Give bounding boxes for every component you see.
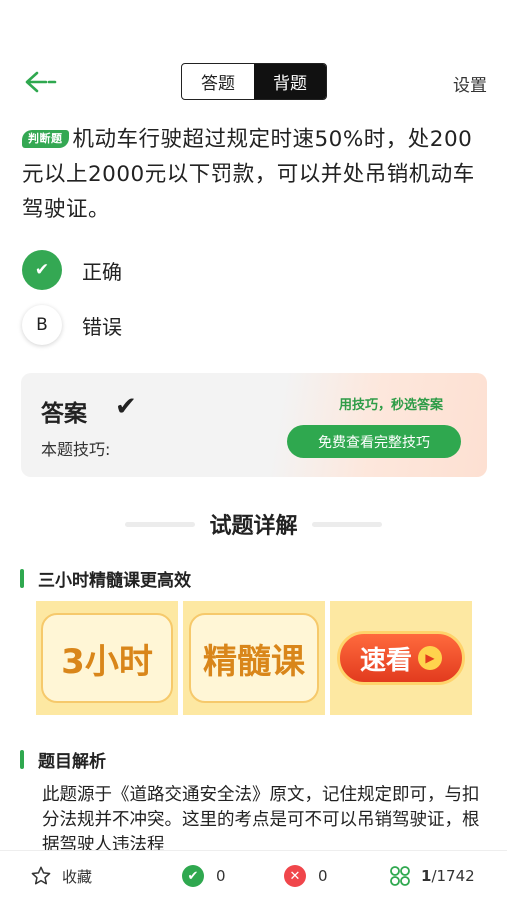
section-header: 试题详解 [0,507,507,541]
view-tips-button[interactable]: 免费查看完整技巧 [287,425,461,458]
check-icon: ✔ [22,250,62,290]
section-title: 试题详解 [209,514,298,539]
heading-accent-bar [20,569,24,588]
option-label: 错误 [82,314,122,339]
question-text: 判断题 机动车行驶超过规定时速50%时，处200元以上2000元以下罚款，可以并处… [22,122,484,227]
quick-watch-button[interactable]: 速看 ▶ [337,631,465,685]
wrong-icon: ✕ [284,865,306,887]
analysis-heading-text: 题目解析 [38,752,106,772]
question-body: 机动车行驶超过规定时速50%时，处200元以上2000元以下罚款，可以并处吊销机… [22,127,475,222]
divider [125,521,196,527]
question-progress[interactable]: 1/1742 [389,865,475,887]
banner-tile: 精髓课 [183,601,325,715]
tip-hint: 用技巧，秒选答案 [338,398,443,413]
progress-total: /1742 [431,867,475,885]
settings-button[interactable]: 设置 [453,71,487,96]
answer-title: 答案 [41,401,87,427]
divider [311,521,382,527]
favorite-button[interactable]: 收藏 [30,865,92,887]
top-bar: 答题 背题 设置 [0,62,507,102]
analysis-heading: 题目解析 [20,747,106,772]
answer-card: 答案 ✔ 本题技巧: 用技巧，秒选答案 免费查看完整技巧 [21,373,487,477]
tab-answer-mode[interactable]: 答题 [182,64,254,99]
wrong-count-value: 0 [318,867,328,885]
option-marker: B [22,305,62,345]
banner-tile: 3小时 [36,601,178,715]
option-correct[interactable]: ✔ 正确 [22,250,122,290]
tab-review-mode[interactable]: 背题 [254,64,326,99]
heading-accent-bar [20,750,24,769]
bottom-bar: 收藏 ✔ 0 ✕ 0 1/1742 [0,850,507,900]
option-wrong[interactable]: B 错误 [22,305,122,345]
mode-switch: 答题 背题 [181,63,327,100]
analysis-text: 此题源于《道路交通安全法》原文，记住规定即可，与扣分法规并不冲突。这里的考点是可… [42,785,480,851]
option-label: 正确 [82,259,122,284]
wrong-count: ✕ 0 [284,865,328,887]
banner-text: 精髓课 [189,613,319,703]
answer-check-icon: ✔ [115,392,137,422]
back-arrow-icon[interactable] [24,68,58,96]
correct-count-value: 0 [216,867,226,885]
star-icon [31,866,51,885]
favorite-label: 收藏 [62,867,93,886]
correct-count: ✔ 0 [182,865,226,887]
banner-tile: 速看 ▶ [330,601,472,715]
course-banner[interactable]: 3小时 精髓课 速看 ▶ [36,601,472,715]
correct-icon: ✔ [182,865,204,887]
grid-icon [390,866,410,886]
question-type-badge: 判断题 [22,130,69,148]
course-heading: 三小时精髓课更高效 [20,566,191,591]
play-icon: ▶ [418,646,442,670]
banner-text: 速看 [359,645,412,676]
course-heading-text: 三小时精髓课更高效 [38,571,191,591]
progress-current: 1 [421,867,432,885]
banner-text: 3小时 [41,613,173,703]
tip-label: 本题技巧: [41,440,111,459]
